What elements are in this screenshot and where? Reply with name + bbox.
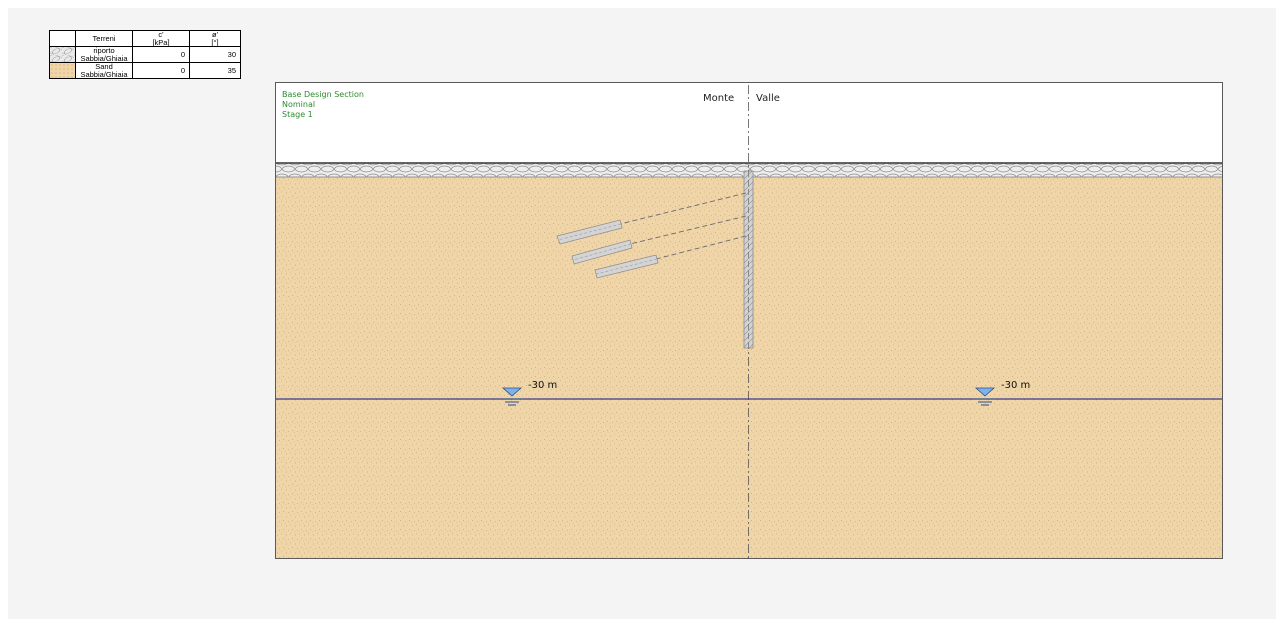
legend-header-terreni-text: Terreni — [92, 33, 116, 43]
legend-header-c-unit: [kPa] — [152, 37, 170, 47]
legend-phi-value: 30 — [189, 46, 241, 63]
section-info-block: Base Design Section Nominal Stage 1 — [282, 90, 364, 120]
sand-dots-swatch — [50, 63, 75, 78]
legend-header-row: Terreni c' [kPa] ø' [°] — [49, 30, 241, 47]
design-section-drawing: Base Design Section Nominal Stage 1 Mont… — [275, 82, 1223, 559]
riporto-hatch-swatch — [50, 47, 75, 62]
section-name-label: Base Design Section — [282, 90, 364, 99]
legend-c-value: 0 — [132, 62, 190, 79]
water-table-label-left: -30 m — [528, 380, 558, 391]
valle-label: Valle — [756, 93, 780, 104]
legend-row-riporto: riporto Sabbia/Ghiaia 0 30 — [49, 46, 241, 63]
legend-swatch-header — [49, 30, 76, 47]
water-table-label-right: -30 m — [1001, 380, 1031, 391]
section-svg — [276, 85, 1222, 558]
legend-header-phi-unit: [°] — [211, 37, 219, 47]
section-case-label: Nominal — [282, 100, 316, 109]
section-stage-label: Stage 1 — [282, 110, 313, 119]
legend-soil-type: Sabbia/Ghiaia — [80, 69, 128, 79]
monte-label: Monte — [703, 93, 735, 104]
legend-header-phi: ø' [°] — [189, 30, 241, 47]
legend-c-value: 0 — [132, 46, 190, 63]
legend-swatch-cell — [49, 62, 76, 79]
legend-soil-name-cell: riporto Sabbia/Ghiaia — [75, 46, 133, 63]
retaining-wall — [743, 170, 754, 349]
soil-legend-table: Terreni c' [kPa] ø' [°] riporto Sabbia/Ghia… — [49, 30, 241, 79]
legend-row-sand: Sand Sabbia/Ghiaia 0 35 — [49, 62, 241, 79]
legend-swatch-cell — [49, 46, 76, 63]
legend-phi-value: 35 — [189, 62, 241, 79]
legend-header-c: c' [kPa] — [132, 30, 190, 47]
legend-header-terreni: Terreni — [75, 30, 133, 47]
legend-soil-name-cell: Sand Sabbia/Ghiaia — [75, 62, 133, 79]
